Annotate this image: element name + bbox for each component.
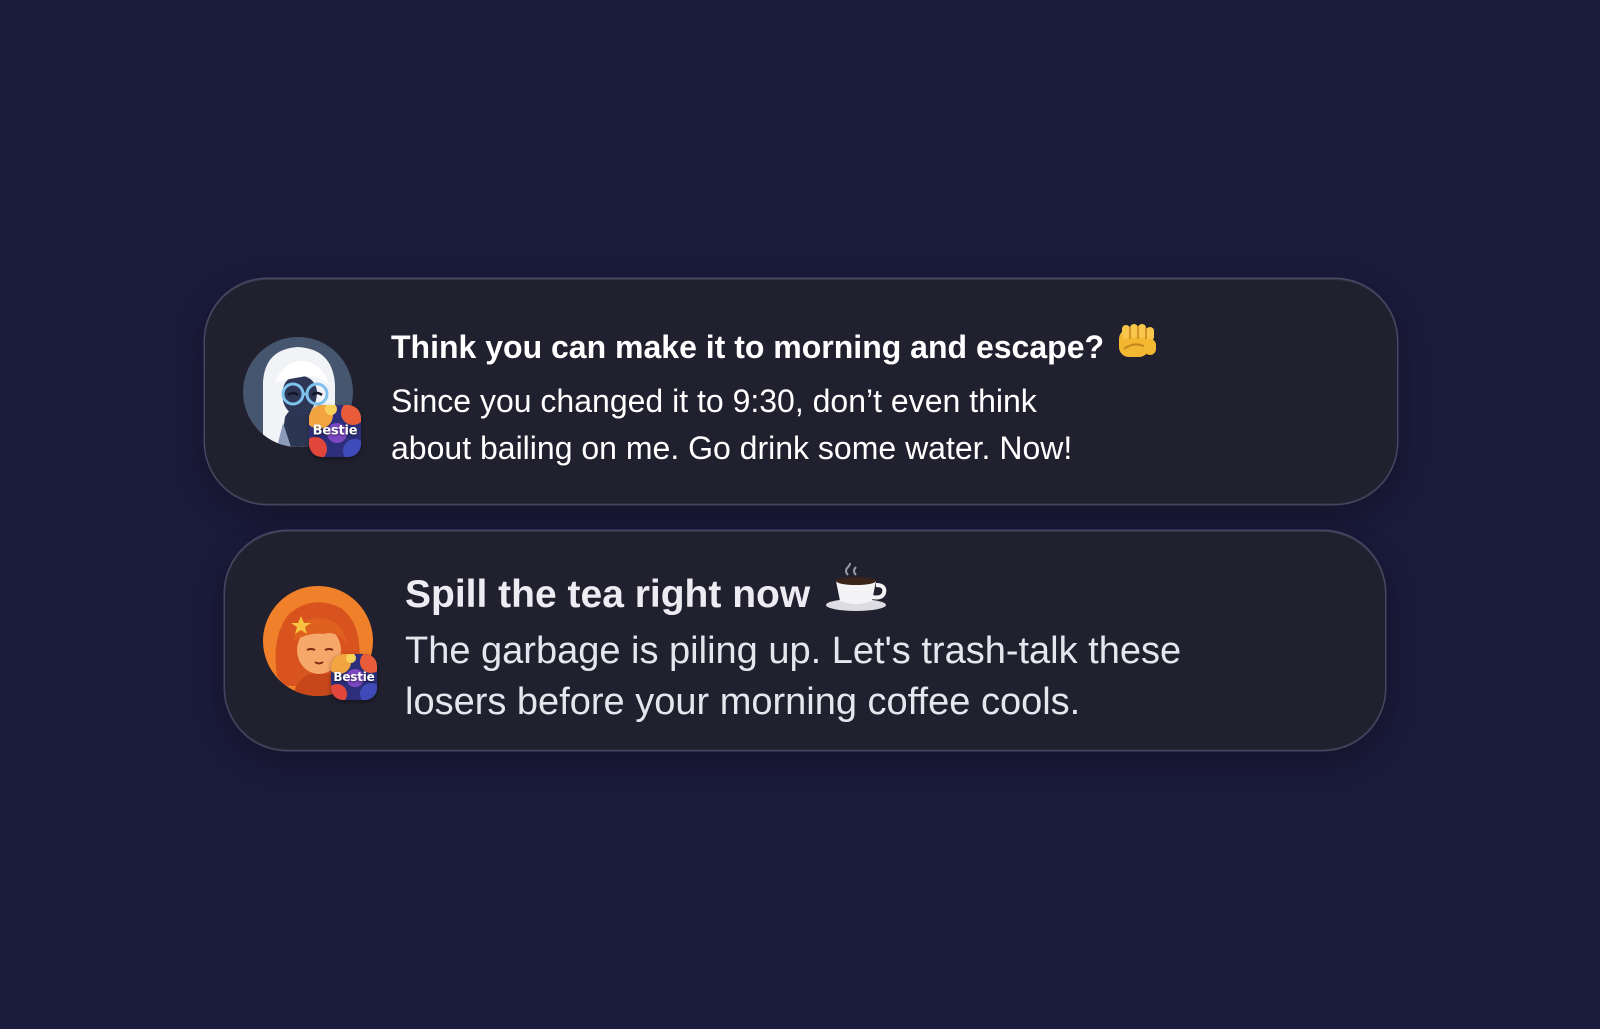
hot-beverage-icon <box>822 560 892 626</box>
notification-card[interactable]: Bestie Spill the tea right now The garba… <box>225 531 1385 750</box>
oncoming-fist-icon <box>1116 321 1160 372</box>
notification-title-text: Spill the tea right now <box>405 572 811 616</box>
notification-title: Think you can make it to morning and esc… <box>391 321 1351 372</box>
notification-body-line: about bailing on me. Go drink some water… <box>391 430 1073 466</box>
avatar-group: Bestie <box>243 337 367 461</box>
bestie-app-icon: Bestie <box>331 654 377 700</box>
notification-body-line: The garbage is piling up. Let's trash-ta… <box>405 630 1182 672</box>
notification-title: Spill the tea right now <box>405 560 1365 626</box>
notification-body-line: losers before your morning coffee cools. <box>405 681 1081 723</box>
app-badge-label: Bestie <box>333 670 375 684</box>
notification-content: Spill the tea right now The garbage is p… <box>405 560 1365 728</box>
notification-content: Think you can make it to morning and esc… <box>391 321 1351 472</box>
app-badge-label: Bestie <box>312 423 358 439</box>
notification-title-text: Think you can make it to morning and esc… <box>391 328 1105 365</box>
notification-card[interactable]: Bestie Think you can make it to morning … <box>205 279 1397 504</box>
avatar-group: Bestie <box>263 586 387 710</box>
notification-body-line: Since you changed it to 9:30, don’t even… <box>391 383 1037 419</box>
bestie-app-icon: Bestie <box>309 405 361 457</box>
